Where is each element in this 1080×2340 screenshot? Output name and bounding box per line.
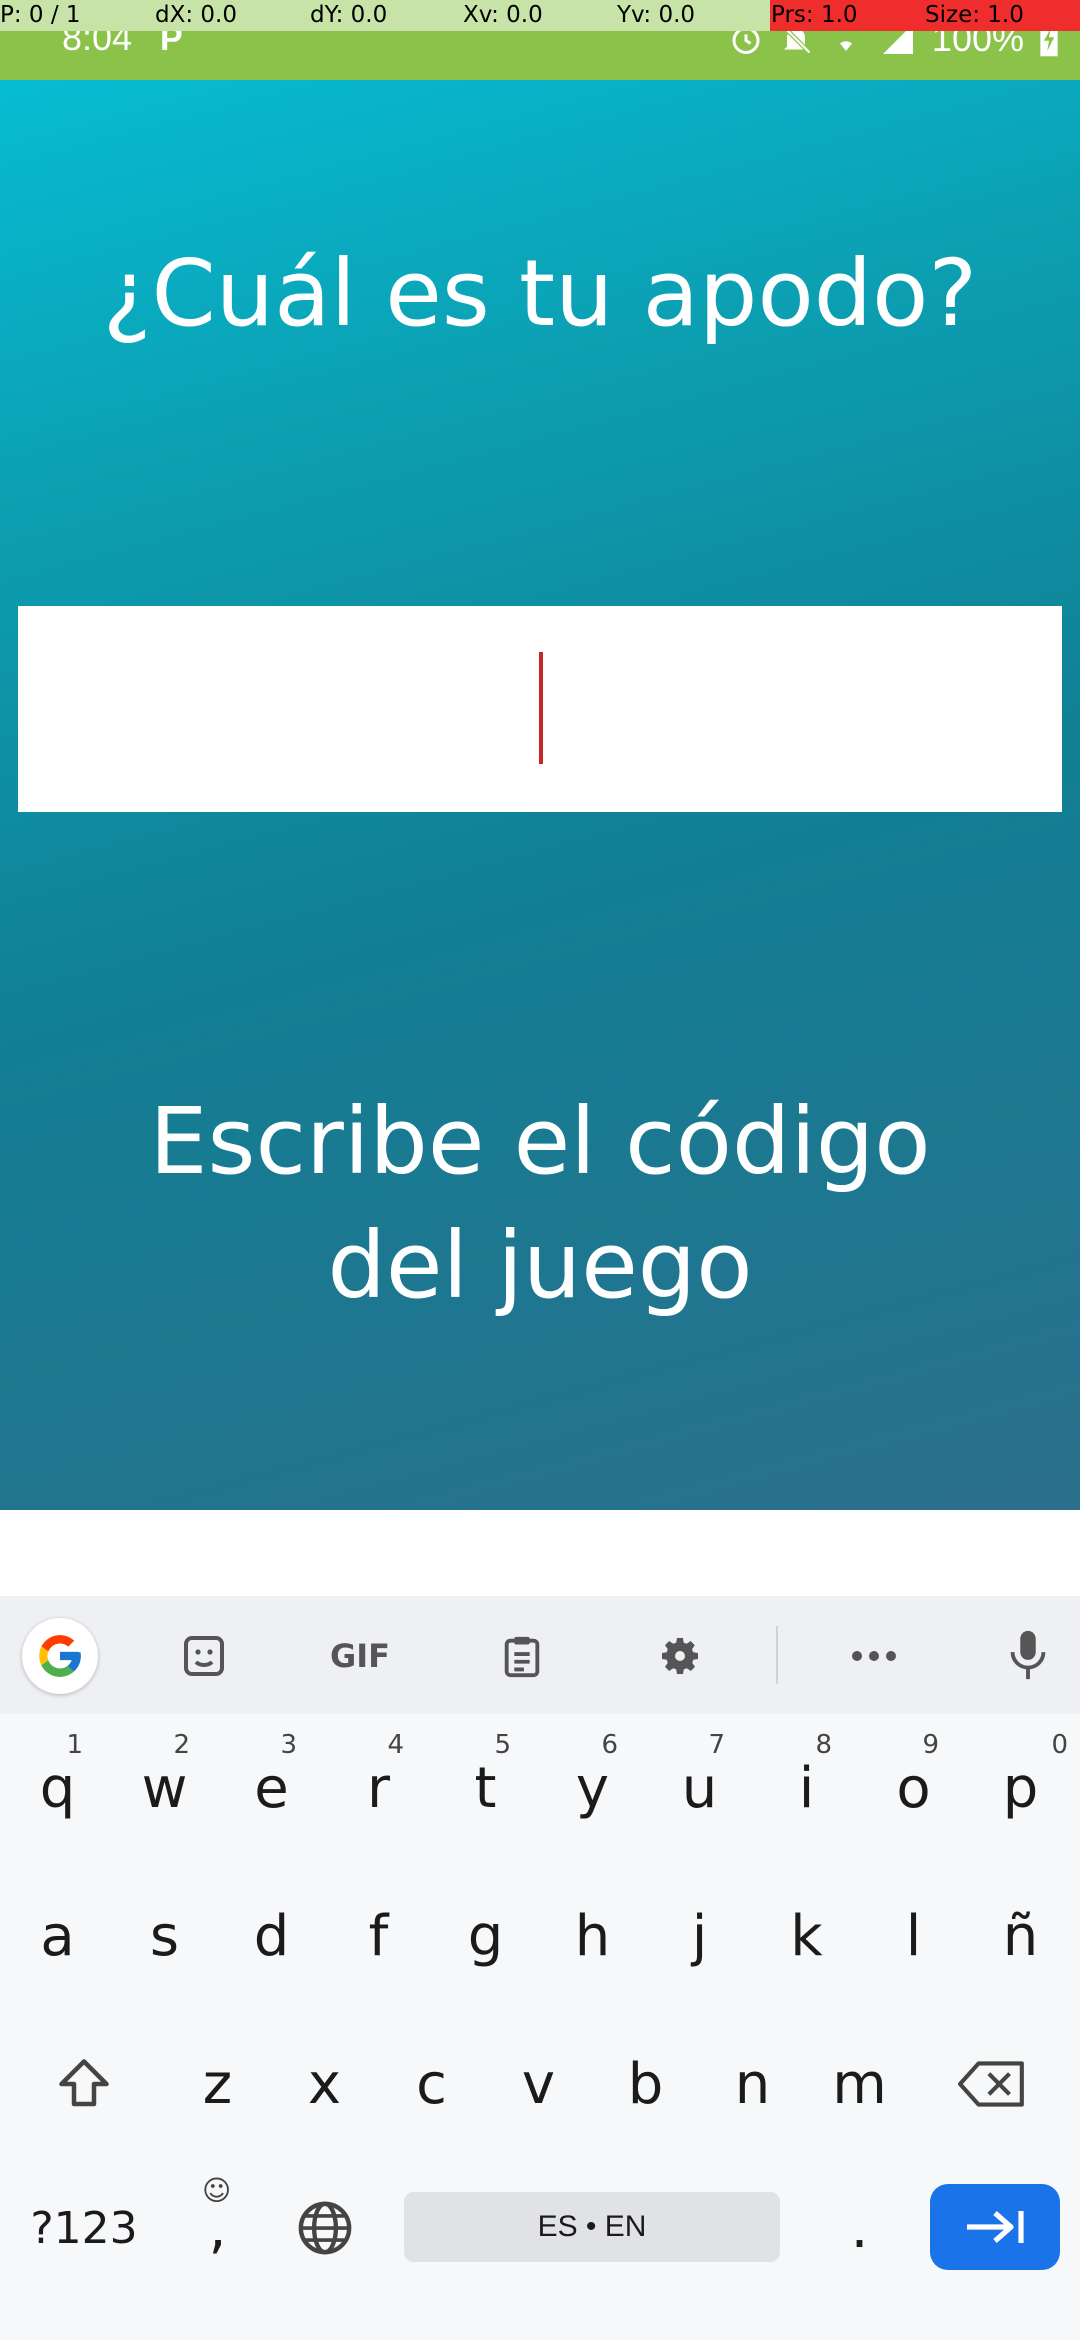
clipboard-icon[interactable] <box>486 1620 558 1692</box>
gif-button[interactable]: GIF <box>324 1620 396 1692</box>
key-e[interactable]: e3 <box>218 1714 325 1862</box>
key-k[interactable]: k <box>753 1862 860 2010</box>
key-hint: 3 <box>280 1730 297 1760</box>
key-label: r <box>366 1755 391 1821</box>
overlay-prs: Prs: 1.0 <box>771 2 858 28</box>
key-c[interactable]: c <box>378 2010 485 2158</box>
overlay-size: Size: 1.0 <box>925 2 1024 28</box>
key-hint: 5 <box>494 1730 511 1760</box>
key-row-2: a s d f g h j k l ñ <box>0 1862 1080 2010</box>
key-hint: 8 <box>815 1730 832 1760</box>
sticker-icon[interactable] <box>168 1620 240 1692</box>
key-l[interactable]: l <box>860 1862 967 2010</box>
globe-icon <box>298 2201 351 2255</box>
key-h[interactable]: h <box>539 1862 646 2010</box>
key-hint: 6 <box>601 1730 618 1760</box>
period-key[interactable]: . <box>806 2154 913 2302</box>
key-enye[interactable]: ñ <box>967 1862 1074 2010</box>
key-hint: 2 <box>173 1730 190 1760</box>
key-q[interactable]: q1 <box>4 1714 111 1862</box>
key-label: e <box>254 1755 289 1821</box>
text-cursor <box>539 652 543 764</box>
backspace-icon <box>958 2061 1024 2107</box>
key-x[interactable]: x <box>271 2010 378 2158</box>
key-w[interactable]: w2 <box>111 1714 218 1862</box>
on-screen-keyboard: GIF q1 w2 e3 r4 t5 y6 u7 i8 o9 p0 a s d … <box>0 1596 1080 2340</box>
key-d[interactable]: d <box>218 1862 325 2010</box>
key-i[interactable]: i8 <box>753 1714 860 1862</box>
key-y[interactable]: y6 <box>539 1714 646 1862</box>
key-label: o <box>896 1755 931 1821</box>
key-g[interactable]: g <box>432 1862 539 2010</box>
key-z[interactable]: z <box>164 2010 271 2158</box>
key-p[interactable]: p0 <box>967 1714 1074 1862</box>
key-s[interactable]: s <box>111 1862 218 2010</box>
key-v[interactable]: v <box>485 2010 592 2158</box>
keyboard-toolbar: GIF <box>0 1596 1080 1714</box>
gif-label: GIF <box>329 1637 391 1675</box>
google-icon[interactable] <box>22 1618 98 1694</box>
key-label: q <box>39 1755 76 1821</box>
nickname-prompt: ¿Cuál es tu apodo? <box>102 240 978 347</box>
key-hint: 4 <box>387 1730 404 1760</box>
key-n[interactable]: n <box>699 2010 806 2158</box>
game-code-prompt: Escribe el código del juego <box>149 1088 931 1319</box>
overlay-pointer: P: 0 / 1 <box>0 2 81 28</box>
shift-key[interactable] <box>4 2010 164 2158</box>
overlay-xv: Xv: 0.0 <box>463 2 543 28</box>
key-hint: 9 <box>922 1730 939 1760</box>
key-row-1: q1 w2 e3 r4 t5 y6 u7 i8 o9 p0 <box>0 1714 1080 1862</box>
key-label: w <box>141 1755 188 1821</box>
key-label: i <box>798 1755 815 1821</box>
overlay-yv: Yv: 0.0 <box>617 2 696 28</box>
symbols-key[interactable]: ?123 <box>4 2154 164 2302</box>
key-t[interactable]: t5 <box>432 1714 539 1862</box>
key-label: t <box>474 1755 497 1821</box>
key-label: p <box>1002 1755 1039 1821</box>
space-bar[interactable]: ES • EN <box>404 2192 780 2262</box>
key-u[interactable]: u7 <box>646 1714 753 1862</box>
language-key[interactable] <box>271 2154 378 2302</box>
key-label: u <box>681 1755 718 1821</box>
key-o[interactable]: o9 <box>860 1714 967 1862</box>
key-m[interactable]: m <box>806 2010 913 2158</box>
emoji-hint-icon: ☺ <box>202 2174 232 2207</box>
pointer-location-overlay: P: 0 / 1 dX: 0.0 dY: 0.0 Xv: 0.0 Yv: 0.0… <box>0 0 1080 31</box>
shift-icon <box>59 2059 109 2107</box>
more-icon[interactable] <box>838 1620 910 1692</box>
key-a[interactable]: a <box>4 1862 111 2010</box>
key-hint: 0 <box>1051 1730 1068 1760</box>
toolbar-divider <box>776 1626 778 1684</box>
key-r[interactable]: r4 <box>325 1714 432 1862</box>
key-hint: 1 <box>66 1730 83 1760</box>
gear-icon[interactable] <box>644 1620 716 1692</box>
key-hint: 7 <box>708 1730 725 1760</box>
key-j[interactable]: j <box>646 1862 753 2010</box>
overlay-dx: dX: 0.0 <box>155 2 237 28</box>
next-arrow-icon <box>967 2211 1024 2243</box>
mic-icon[interactable] <box>992 1620 1064 1692</box>
app-screen: ¿Cuál es tu apodo? Escribe el código del… <box>0 80 1080 1510</box>
comma-key[interactable]: ☺ , <box>164 2154 271 2302</box>
key-row-3: z x c v b n m <box>0 2010 1080 2158</box>
overlay-dy: dY: 0.0 <box>310 2 388 28</box>
key-label: y <box>575 1755 610 1821</box>
backspace-key[interactable] <box>918 2010 1068 2158</box>
key-b[interactable]: b <box>592 2010 699 2158</box>
spacer <box>0 1510 1080 1596</box>
key-f[interactable]: f <box>325 1862 432 2010</box>
enter-key[interactable] <box>930 2184 1060 2270</box>
